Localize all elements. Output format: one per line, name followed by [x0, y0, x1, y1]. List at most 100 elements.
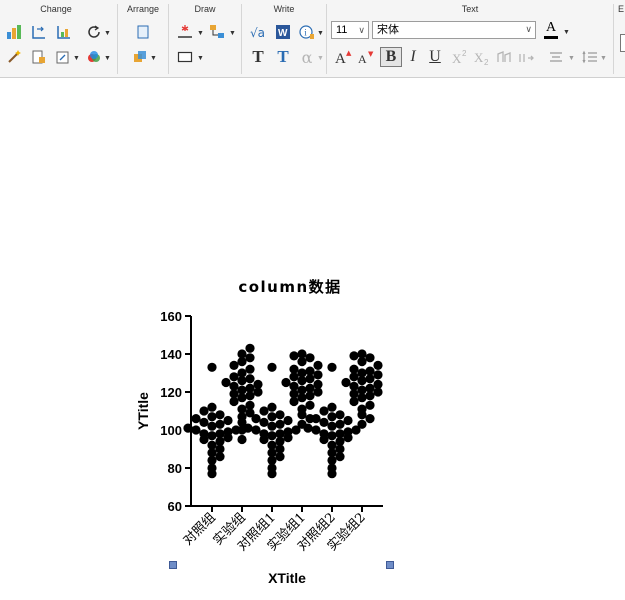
data-point: [259, 417, 269, 427]
data-point: [283, 427, 293, 437]
data-point: [243, 423, 253, 433]
data-point: [305, 400, 315, 410]
data-point: [223, 427, 233, 437]
data-point: [221, 377, 231, 388]
data-point: [191, 414, 201, 424]
data-point: [365, 414, 375, 424]
data-point: [313, 379, 323, 389]
data-point: [207, 431, 217, 441]
data-point: [267, 431, 277, 441]
data-point: [223, 415, 233, 426]
x-tick-label: 对照组: [181, 510, 219, 548]
data-point: [327, 440, 337, 450]
data-point: [319, 417, 329, 427]
data-point: [267, 421, 277, 431]
data-point: [229, 360, 239, 370]
data-point: [313, 360, 323, 370]
data-point: [335, 419, 345, 429]
data-point: [267, 362, 277, 372]
x-axis-title: XTitle: [268, 570, 306, 586]
data-point: [283, 415, 293, 426]
data-point: [237, 404, 247, 414]
selection-handle[interactable]: [169, 561, 177, 569]
data-point: [365, 366, 375, 376]
data-point: [289, 351, 299, 361]
data-point: [365, 400, 375, 410]
data-point: [267, 412, 277, 422]
data-point: [319, 429, 329, 439]
y-tick-label: 140: [160, 347, 182, 362]
data-point: [237, 349, 247, 359]
data-point: [251, 414, 261, 424]
y-tick-label: 100: [160, 423, 182, 438]
data-point: [245, 364, 255, 374]
y-tick-label: 120: [160, 385, 182, 400]
data-point: [327, 431, 337, 441]
data-point: [275, 429, 285, 439]
y-tick-label: 60: [168, 499, 182, 514]
data-point: [267, 440, 277, 450]
scatter-chart[interactable]: column数据 YTitle XTitle 60 80 100 120 140 160 对…: [0, 0, 625, 600]
data-point: [357, 404, 367, 414]
data-point: [335, 410, 345, 420]
data-point: [207, 440, 217, 450]
data-point: [335, 429, 345, 439]
data-point: [319, 406, 329, 416]
data-point: [297, 385, 307, 395]
data-point: [327, 362, 337, 372]
y-tick-label: 80: [168, 461, 182, 476]
selection-handle[interactable]: [386, 561, 394, 569]
data-point: [237, 368, 247, 378]
y-tick-label: 160: [160, 309, 182, 324]
data-point: [207, 421, 217, 431]
data-point: [341, 377, 351, 388]
data-point: [251, 425, 261, 435]
data-point: [289, 364, 299, 374]
data-point: [237, 385, 247, 395]
chart-title: column数据: [238, 278, 341, 296]
data-point: [343, 427, 353, 437]
data-point: [215, 419, 225, 429]
data-point: [207, 402, 217, 412]
data-point: [311, 425, 321, 435]
data-point: [357, 349, 367, 359]
data-point: [289, 381, 299, 391]
data-point: [313, 370, 323, 380]
data-point: [199, 417, 209, 427]
data-point: [191, 425, 201, 435]
data-point: [245, 383, 255, 393]
data-point: [343, 415, 353, 426]
data-point: [229, 381, 239, 391]
data-point: [245, 353, 255, 363]
data-point: [305, 366, 315, 376]
data-point: [237, 434, 247, 445]
data-point: [183, 423, 193, 433]
data-point: [327, 421, 337, 431]
y-axis-title: YTitle: [135, 392, 151, 430]
data-point: [245, 343, 255, 353]
data-point: [275, 410, 285, 420]
data-point: [349, 351, 359, 361]
data-point: [373, 360, 383, 370]
data-point: [259, 429, 269, 439]
data-point: [245, 374, 255, 384]
data-point: [199, 406, 209, 416]
data-point: [253, 379, 263, 389]
data-point: [297, 404, 307, 414]
data-point: [357, 368, 367, 378]
data-point: [275, 419, 285, 429]
data-point: [327, 412, 337, 422]
data-point: [297, 368, 307, 378]
data-point: [373, 379, 383, 389]
data-point: [305, 353, 315, 363]
data-point: [267, 402, 277, 412]
data-point: [365, 353, 375, 363]
data-point: [357, 419, 367, 429]
data-point: [365, 383, 375, 393]
data-point: [281, 377, 291, 388]
data-point: [199, 429, 209, 439]
data-point: [215, 410, 225, 420]
data-point: [207, 412, 217, 422]
data-point: [303, 423, 313, 433]
data-point: [207, 362, 217, 372]
